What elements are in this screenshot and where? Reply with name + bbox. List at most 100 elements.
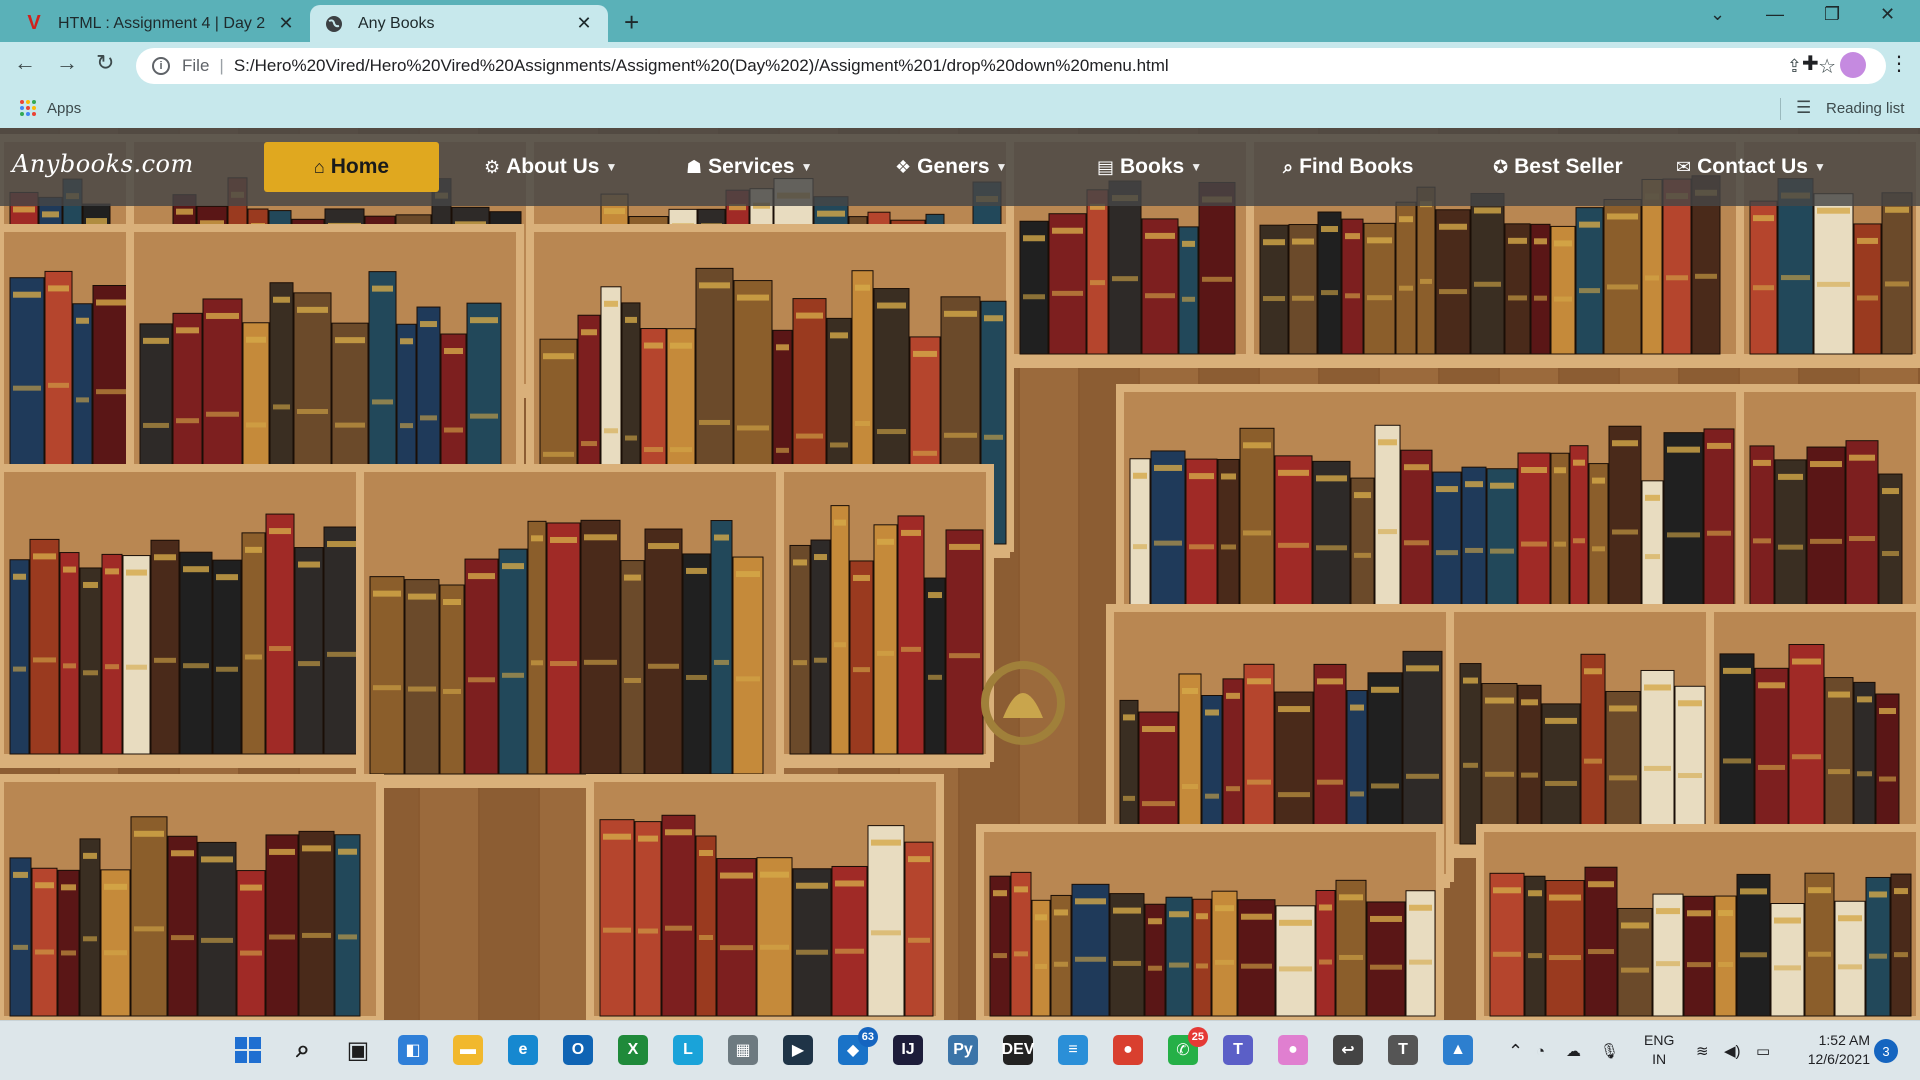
app-glyph: O <box>571 1041 585 1058</box>
app-glyph: Py <box>953 1041 973 1058</box>
tray-clock-app-icon[interactable]: ◔ <box>1536 1021 1545 1080</box>
profile-avatar[interactable] <box>1840 52 1866 78</box>
new-tab-button[interactable]: + <box>624 7 639 38</box>
tab-assignment[interactable]: V HTML : Assignment 4 | Day 2 ✕ <box>10 5 310 42</box>
nav-item-best-seller[interactable]: ✪ Best Seller <box>1493 142 1623 192</box>
menu-kebab-icon[interactable]: ⋮ <box>1889 51 1909 76</box>
site-navbar: Anybooks.com ⌂ Home ⚙ About Us ▼ ☗ Services ▼ ❖ G… <box>0 128 1920 206</box>
nav-item-find-books[interactable]: ⌕ Find Books <box>1283 142 1413 192</box>
app-glyph: IJ <box>901 1041 915 1058</box>
back-app-icon[interactable]: ↩ <box>1333 1035 1363 1065</box>
pc-manager-icon[interactable]: ▦ <box>728 1035 758 1065</box>
edge-icon[interactable]: e <box>508 1035 538 1065</box>
globe-icon <box>324 14 344 34</box>
python-icon[interactable]: Py <box>948 1035 978 1065</box>
reading-list-icon[interactable]: ☰ <box>1796 98 1811 118</box>
page-viewport: Anybooks.com ⌂ Home ⚙ About Us ▼ ☗ Services ▼ ❖ G… <box>0 128 1920 1020</box>
reload-icon[interactable]: ↻ <box>96 50 114 76</box>
book-icon: ▤ <box>1097 156 1115 177</box>
bookmarks-divider <box>1780 98 1781 120</box>
language-indicator[interactable]: ENG IN <box>1644 1031 1674 1069</box>
address-url[interactable]: S:/Hero%20Vired/Hero%20Vired%20Assignmen… <box>234 56 1169 76</box>
chevron-down-icon: ▼ <box>995 160 1008 174</box>
tab-search-icon[interactable]: ⌄ <box>1710 4 1725 25</box>
tab-any-books[interactable]: Any Books ✕ <box>310 5 608 42</box>
extensions-icon[interactable]: ✚ <box>1802 51 1819 76</box>
clock-time: 1:52 AM <box>1818 1032 1870 1048</box>
prime-video-icon[interactable]: ▶ <box>783 1035 813 1065</box>
system-clock[interactable]: 1:52 AM 12/6/2021 <box>1790 1031 1870 1069</box>
chevron-down-icon: ▼ <box>800 160 813 174</box>
notepad-icon[interactable]: ≡ <box>1058 1035 1088 1065</box>
microphone-icon[interactable]: 🎙︎ <box>1600 1021 1619 1080</box>
close-window-button[interactable]: ✕ <box>1880 4 1895 25</box>
close-tab-icon[interactable]: ✕ <box>574 13 594 34</box>
xbox-icon[interactable]: X <box>618 1035 648 1065</box>
site-brand-logo[interactable]: Anybooks.com <box>12 150 194 178</box>
region-code: IN <box>1652 1051 1667 1067</box>
address-separator: | <box>219 56 224 75</box>
nav-label: Best Seller <box>1514 155 1623 178</box>
reading-list-button[interactable]: Reading list <box>1826 100 1904 117</box>
onedrive-icon[interactable]: ☁ <box>1566 1021 1581 1080</box>
windows-taskbar: ⌕ ▣ ◧ ▬ e O X L ▦ ▶ ◆ 63 IJ Py DEV ≡ ● ✆ 25 T ● ↩ T ▲ ⌃ ◔ ☁ 🎙︎ … <box>0 1020 1920 1080</box>
app-glyph: ≡ <box>1068 1041 1078 1058</box>
dev-icon[interactable]: DEV <box>1001 1035 1035 1065</box>
app-glyph: ▬ <box>460 1041 476 1058</box>
nav-label: Services <box>708 155 795 178</box>
widgets-icon[interactable]: ◧ <box>398 1035 428 1065</box>
typora-icon[interactable]: T <box>1388 1035 1418 1065</box>
nav-item-home[interactable]: ⌂ Home <box>264 142 439 192</box>
chrome-icon[interactable]: ● <box>1113 1035 1143 1065</box>
hands-icon: ☗ <box>686 156 703 177</box>
app-glyph: ✆ <box>1176 1042 1190 1059</box>
nav-item-contact-us[interactable]: ✉ Contact Us ▼ <box>1676 142 1826 192</box>
address-scheme: File <box>182 56 210 75</box>
nav-item-geners[interactable]: ❖ Geners ▼ <box>895 142 1007 192</box>
app-glyph: T <box>1398 1041 1408 1058</box>
address-bar[interactable]: i File | S:/Hero%20Vired/Hero%20Vired%20… <box>136 48 1886 84</box>
app-glyph: e <box>518 1041 528 1058</box>
search-icon[interactable]: ⌕ <box>288 1035 318 1065</box>
tray-chevron-icon[interactable]: ⌃ <box>1508 1021 1523 1080</box>
intellij-icon[interactable]: IJ <box>893 1035 923 1065</box>
app-glyph: DEV <box>1001 1041 1035 1058</box>
battery-icon[interactable]: ▭ <box>1756 1021 1770 1080</box>
l-app-icon[interactable]: L <box>673 1035 703 1065</box>
file-explorer-icon[interactable]: ▬ <box>453 1035 483 1065</box>
share-icon[interactable]: ⇪ <box>1787 56 1802 77</box>
app-glyph: ● <box>1123 1041 1133 1058</box>
nav-item-services[interactable]: ☗ Services ▼ <box>686 142 812 192</box>
tab-title: Any Books <box>358 14 435 32</box>
restore-button[interactable]: ❐ <box>1824 4 1840 25</box>
close-tab-icon[interactable]: ✕ <box>276 13 296 34</box>
nav-item-books[interactable]: ▤ Books ▼ <box>1097 142 1202 192</box>
whatsapp-icon[interactable]: ✆ 25 <box>1168 1027 1208 1065</box>
info-icon[interactable]: i <box>152 57 170 75</box>
app-glyph: ● <box>1288 1041 1298 1058</box>
apps-link[interactable]: Apps <box>47 100 81 117</box>
task-view-icon[interactable]: ▣ <box>343 1035 373 1065</box>
minimize-button[interactable]: — <box>1766 4 1784 25</box>
handshake-icon: ✉ <box>1676 156 1692 177</box>
unread-badge: 25 <box>1187 1027 1208 1047</box>
vired-logo-icon: V <box>27 12 41 34</box>
windows-start-icon[interactable] <box>233 1035 263 1065</box>
clock-date: 12/6/2021 <box>1807 1051 1870 1067</box>
back-icon[interactable]: ← <box>14 50 36 76</box>
chrome-profile-icon[interactable]: ● <box>1278 1035 1308 1065</box>
bookshelf-hero-image <box>0 128 1920 1020</box>
language-code: ENG <box>1644 1032 1675 1048</box>
bookmark-star-icon[interactable]: ☆ <box>1818 54 1836 79</box>
outlook-icon[interactable]: O <box>563 1035 593 1065</box>
teams-icon[interactable]: T <box>1223 1035 1253 1065</box>
notification-count-badge[interactable]: 3 <box>1874 1039 1898 1063</box>
nav-item-about-us[interactable]: ⚙ About Us ▼ <box>484 142 617 192</box>
wifi-icon[interactable]: ≋ <box>1696 1021 1709 1080</box>
photos-icon[interactable]: ▲ <box>1443 1035 1473 1065</box>
volume-icon[interactable]: ◀) <box>1724 1021 1741 1080</box>
forward-icon[interactable]: → <box>56 50 78 76</box>
store-icon[interactable]: ◆ 63 <box>838 1027 878 1065</box>
apps-grid-icon[interactable] <box>20 100 36 116</box>
bookmarks-bar: Apps ☰ Reading list <box>0 90 1920 128</box>
